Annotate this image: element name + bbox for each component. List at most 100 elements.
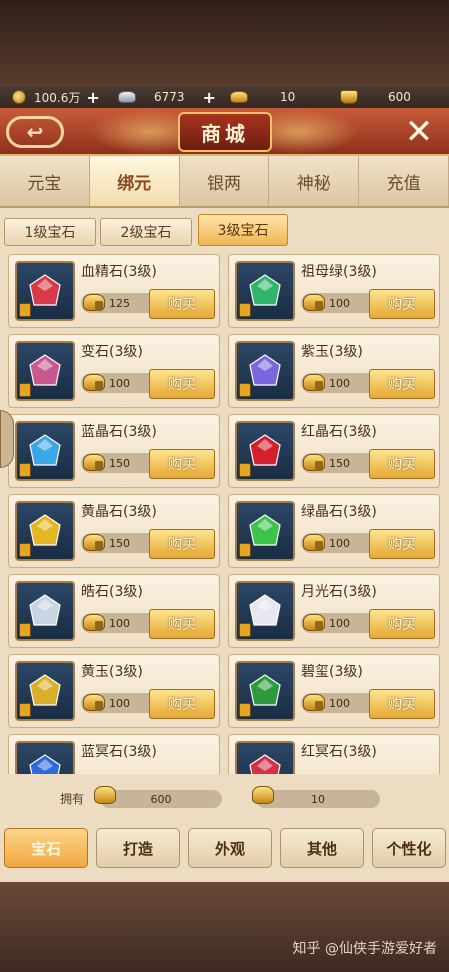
bound-ingots-display: 600 [340,86,411,108]
buy-button[interactable]: 购买 [149,369,215,399]
shop-item-card[interactable]: 绿晶石(3级) 100 购买 [228,494,440,568]
buy-button[interactable]: 购买 [369,449,435,479]
bound-lock-icon [95,621,103,631]
gem-icon [29,754,61,774]
item-price: 100 [301,693,379,713]
gem-icon [249,674,281,706]
item-price: 150 [301,453,379,473]
shop-item-card[interactable]: 蓝冥石(3级) [8,734,220,774]
gem-icon [249,354,281,386]
item-price-value: 150 [329,456,350,470]
gem-icon [249,594,281,626]
category-tab-gems[interactable]: 宝石 [4,828,88,868]
shop-item-card[interactable]: 红冥石(3级) [228,734,440,774]
item-icon-frame [15,341,75,401]
shop-item-card[interactable]: 黄晶石(3级) 150 购买 [8,494,220,568]
subtab-level-2[interactable]: 2级宝石 [100,218,192,246]
shop-item-card[interactable]: 紫玉(3级) 100 购买 [228,334,440,408]
item-price-value: 100 [329,696,350,710]
bound-lock-icon [239,703,251,717]
side-drawer-handle[interactable] [0,410,14,468]
item-name: 变石(3级) [81,344,143,360]
shop-item-card[interactable]: 血精石(3级) 125 购买 [8,254,220,328]
buy-button[interactable]: 购买 [149,689,215,719]
item-price: 100 [81,693,159,713]
buy-button[interactable]: 购买 [369,689,435,719]
back-button[interactable]: ↩ [6,116,64,148]
category-tab-other[interactable]: 其他 [280,828,364,868]
item-name: 紫玉(3级) [301,344,363,360]
shop-item-card[interactable]: 蓝晶石(3级) 150 购买 [8,414,220,488]
item-price: 100 [301,613,379,633]
item-icon-frame [15,581,75,641]
buy-button[interactable]: 购买 [149,609,215,639]
shop-item-card[interactable]: 碧玺(3级) 100 购买 [228,654,440,728]
shop-item-card[interactable]: 红晶石(3级) 150 购买 [228,414,440,488]
bound-ingot-icon [94,786,116,804]
category-tabs: 宝石 打造 外观 其他 个性化 [0,826,449,874]
owned-currency-row: 拥有 600 10 [0,784,449,814]
item-price: 125 [81,293,159,313]
item-price-value: 100 [109,376,130,390]
add-coins-button[interactable]: + [86,88,99,107]
item-name: 蓝晶石(3级) [81,424,157,440]
shop-item-card[interactable]: 月光石(3级) 100 购买 [228,574,440,648]
tab-silver[interactable]: 银两 [179,156,270,206]
gold-ingot-icon [252,786,274,804]
shop-item-card[interactable]: 黄玉(3级) 100 购买 [8,654,220,728]
buy-button[interactable]: 购买 [369,369,435,399]
shop-item-card[interactable]: 变石(3级) 100 购买 [8,334,220,408]
category-tab-appearance[interactable]: 外观 [188,828,272,868]
bound-ingots-value: 600 [388,90,411,104]
bound-lock-icon [95,461,103,471]
bound-lock-icon [239,543,251,557]
buy-button[interactable]: 购买 [369,609,435,639]
tab-yuanbao[interactable]: 元宝 [0,156,90,206]
shop-item-card[interactable]: 皓石(3级) 100 购买 [8,574,220,648]
buy-button[interactable]: 购买 [369,289,435,319]
item-price-value: 100 [329,296,350,310]
item-icon-frame [235,341,295,401]
buy-button[interactable]: 购买 [149,449,215,479]
item-price-value: 100 [329,616,350,630]
bound-lock-icon [19,623,31,637]
close-icon[interactable]: ✕ [399,112,439,152]
item-price-value: 100 [109,696,130,710]
item-name: 绿晶石(3级) [301,504,377,520]
ingots-display: 10 [230,86,295,108]
buy-button[interactable]: 购买 [149,529,215,559]
subtab-level-1[interactable]: 1级宝石 [4,218,96,246]
owned-bound-value: 600 [150,792,172,806]
bound-lock-icon [95,301,103,311]
item-price: 100 [81,613,159,633]
watermark: 知乎 @仙侠手游爱好者 [292,941,437,957]
item-icon-frame [235,421,295,481]
category-tab-personalize[interactable]: 个性化 [372,828,446,868]
tab-mystery[interactable]: 神秘 [269,156,360,206]
item-price: 100 [301,533,379,553]
bound-lock-icon [315,541,323,551]
buy-button[interactable]: 购买 [149,289,215,319]
buy-button[interactable]: 购买 [369,529,435,559]
item-price-value: 100 [109,616,130,630]
item-icon-frame [15,421,75,481]
category-tab-forge[interactable]: 打造 [96,828,180,868]
item-name: 祖母绿(3级) [301,264,377,280]
item-name: 血精石(3级) [81,264,157,280]
item-name: 碧玺(3级) [301,664,363,680]
shop-item-card[interactable]: 祖母绿(3级) 100 购买 [228,254,440,328]
bound-lock-icon [95,381,103,391]
shop-tabs: 元宝 绑元 银两 神秘 充值 [0,156,449,208]
tab-recharge[interactable]: 充值 [359,156,449,206]
bound-lock-icon [239,383,251,397]
gem-icon [249,434,281,466]
item-name: 红冥石(3级) [301,744,377,760]
bound-lock-icon [239,463,251,477]
item-icon-frame [235,501,295,561]
tab-bound-yuan[interactable]: 绑元 [89,156,180,206]
gem-icon [29,594,61,626]
item-price: 100 [81,373,159,393]
subtab-level-3[interactable]: 3级宝石 [198,214,288,246]
bound-lock-icon [95,701,103,711]
add-silver-button[interactable]: + [203,88,216,107]
